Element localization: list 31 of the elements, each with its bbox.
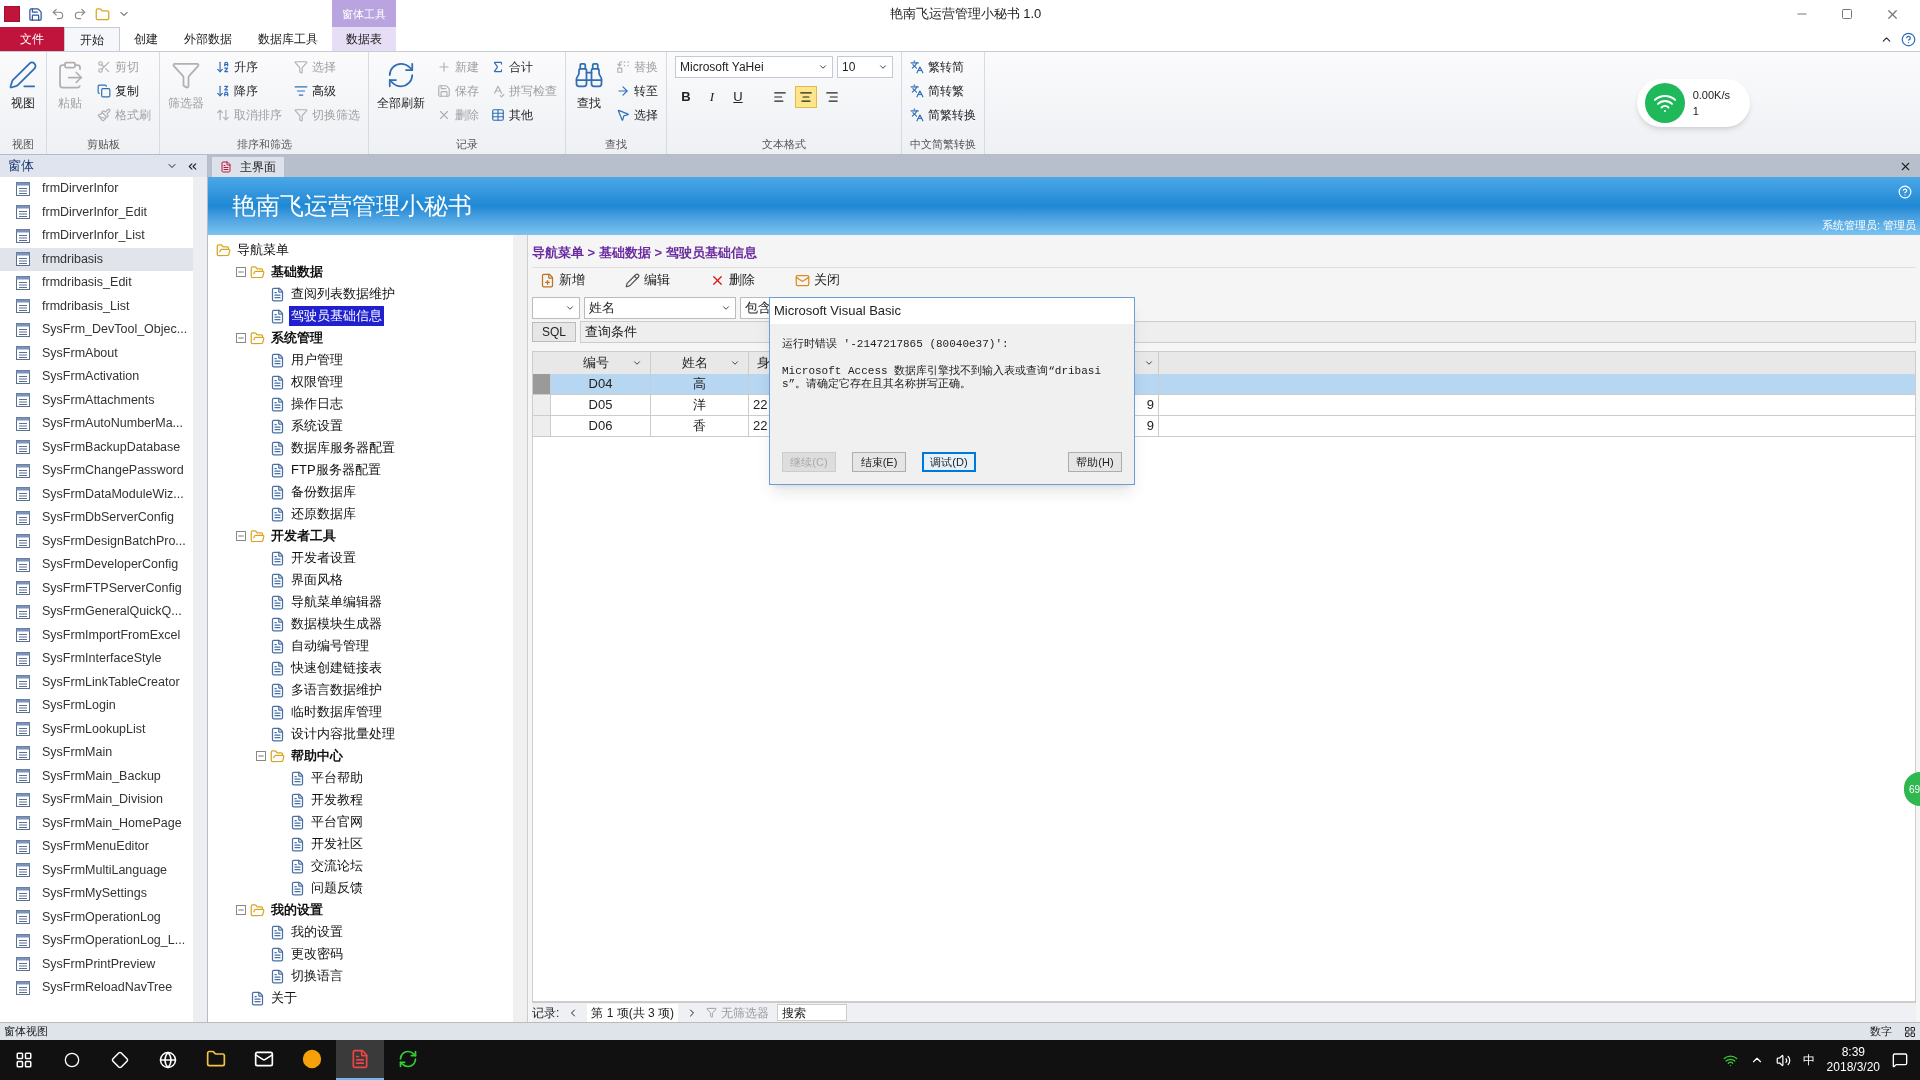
device-count: 1 [1692,104,1700,119]
context-group-label: 窗体工具 [332,0,396,28]
dialog-title: Microsoft Visual Basic [774,302,901,321]
table-cell-text: D04 [588,374,613,393]
table-cell-text: 高 [693,374,706,393]
group-label: 文本格式 [761,136,807,152]
table-cell-text: 洋 [693,395,706,414]
user-label: 系统管理员: 管理员 [1821,217,1916,233]
window-title: 艳南飞运营管理小秘书 1.0 [889,5,1042,24]
table-cell-text: D06 [588,416,613,435]
status-text: 窗体视图 [4,1024,48,1040]
clock-date: 2018/3/20 [1826,1060,1880,1075]
group-label: 排序和筛选 [235,136,293,152]
banner-title: 艳南飞运营管理小秘书 [232,191,472,221]
table-cell-text: D05 [588,395,613,414]
clock-time: 8:39 [1841,1045,1865,1060]
group-label: 记录 [455,136,479,152]
speed-text: 0.00K/s [1692,87,1731,103]
table-cell-text: 9 [1146,416,1154,435]
status-text: 数字 [1870,1024,1892,1040]
table-cell-text: 22 [753,395,768,414]
record-label: 记录: [532,1004,560,1022]
group-label: 视图 [11,136,35,152]
group-label: 中文简繁转换 [909,136,977,152]
nav-pane-title: 窗体 [8,157,34,176]
table-cell-text: 9 [1146,395,1154,414]
breadcrumb: 导航菜单 > 基础数据 > 驾驶员基础信息 [532,244,758,262]
group-label: 查找 [604,136,628,152]
table-cell-text: 22 [753,416,768,435]
table-cell-text: 香 [693,416,706,435]
group-label: 剪贴板 [85,136,121,152]
